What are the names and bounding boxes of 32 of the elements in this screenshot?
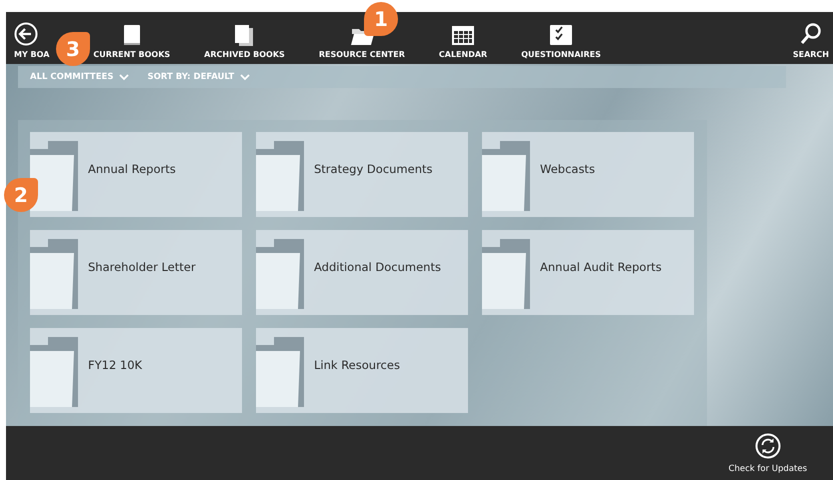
folder-icon <box>256 239 306 311</box>
folder-tile[interactable]: Annual Audit Reports <box>482 230 694 315</box>
folder-tile[interactable]: Strategy Documents <box>256 132 468 217</box>
folder-icon <box>30 141 80 213</box>
folder-icon <box>30 239 80 311</box>
folder-icon <box>30 337 80 409</box>
callout-badge: 2 <box>4 178 38 212</box>
callout-badge: 1 <box>364 2 398 36</box>
search-icon <box>798 22 823 46</box>
folder-icon <box>482 239 532 311</box>
folder-tile[interactable]: Additional Documents <box>256 230 468 315</box>
calendar-icon <box>451 24 476 46</box>
folder-icon <box>482 141 532 213</box>
chevron-down-icon <box>240 74 250 80</box>
folder-icon <box>256 141 306 213</box>
nav-tab[interactable]: CALENDAR <box>438 24 488 59</box>
folder-tile[interactable]: Webcasts <box>482 132 694 217</box>
chevron-down-icon <box>119 74 130 80</box>
search-button[interactable]: SEARCH <box>792 22 829 59</box>
nav-tab[interactable]: ARCHIVED BOOKS <box>204 24 285 59</box>
folder-tile[interactable]: FY12 10K <box>30 328 242 413</box>
folder-icon <box>256 337 306 409</box>
back-label: MY BOA <box>14 50 50 59</box>
back-button[interactable]: MY BOA <box>14 22 50 59</box>
nav-tab[interactable]: CURRENT BOOKS <box>93 24 170 59</box>
checklist-icon <box>549 24 574 46</box>
nav-tab[interactable]: QUESTIONNAIRES <box>521 24 601 59</box>
refresh-icon <box>754 432 781 458</box>
folder-tile[interactable]: Link Resources <box>256 328 468 413</box>
check-for-updates-button[interactable]: Check for Updates <box>728 432 807 474</box>
folder-tile[interactable]: Annual Reports <box>30 132 242 217</box>
folder-tile[interactable]: Shareholder Letter <box>30 230 242 315</box>
